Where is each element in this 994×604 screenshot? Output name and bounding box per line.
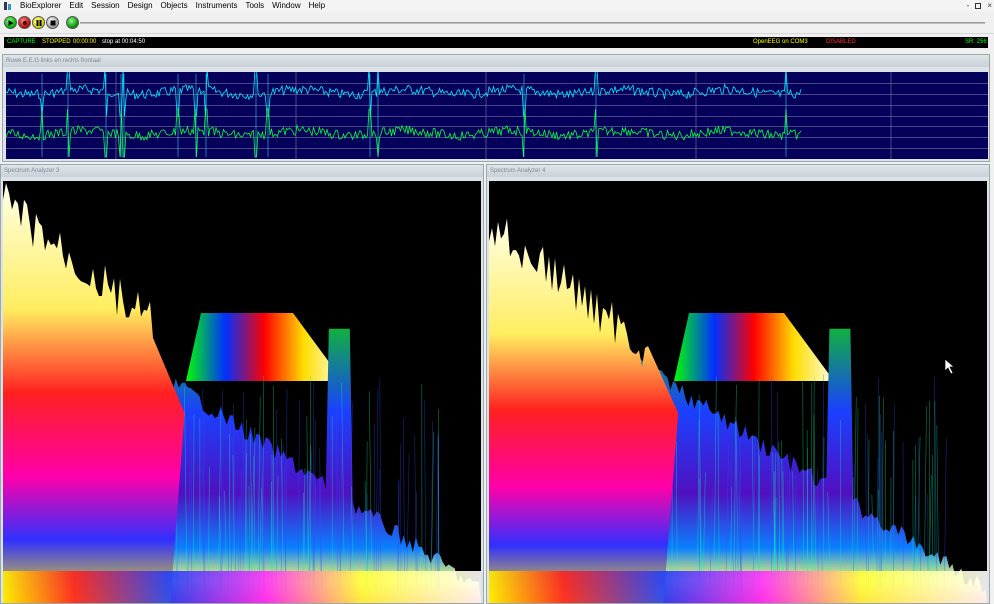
close-button[interactable]: × xyxy=(987,0,992,12)
spectrum-floor-band xyxy=(489,571,987,603)
spectrum-low-frequency-peaks xyxy=(489,218,679,603)
stop-button[interactable] xyxy=(46,16,59,29)
toolbar xyxy=(0,12,994,34)
menu-objects[interactable]: Objects xyxy=(157,0,192,12)
spectrum-1-title: Spectrum Analyzer 3 xyxy=(1,165,483,177)
mouse-cursor-icon xyxy=(944,358,955,375)
menu-window[interactable]: Window xyxy=(268,0,304,12)
spectrum-2-title: Spectrum Analyzer 4 xyxy=(487,165,989,177)
pause-button[interactable] xyxy=(32,16,45,29)
menu-instruments[interactable]: Instruments xyxy=(192,0,242,12)
spectrum-analyzer-panel-1: Spectrum Analyzer 3 xyxy=(0,164,484,604)
minimize-button[interactable]: - xyxy=(967,0,970,12)
app-logo-icon xyxy=(3,1,13,11)
spectrum-2-plot xyxy=(489,181,987,603)
sample-rate-label: SR: 256 xyxy=(965,39,987,45)
spectrum-back-plane xyxy=(186,313,343,381)
menu-session[interactable]: Session xyxy=(87,0,123,12)
spectrum-low-frequency-peaks xyxy=(3,183,185,603)
restore-icon[interactable] xyxy=(975,3,982,9)
spectrum-1-plot xyxy=(3,181,481,603)
play-button[interactable] xyxy=(4,16,17,29)
device-label: OpenEEG on COM3 xyxy=(753,39,808,45)
disabled-label: DISABLED xyxy=(826,39,856,45)
menu-help[interactable]: Help xyxy=(305,0,329,12)
menu-bar: BioExplorer Edit Session Design Objects … xyxy=(0,0,994,12)
status-indicator-icon xyxy=(66,16,79,29)
eeg-channel-2-trace xyxy=(5,108,802,158)
status-bar: CAPTURE STOPPED 00:00:00 stop at 00:04:5… xyxy=(4,37,988,48)
spectrum-floor-band xyxy=(3,571,481,603)
capture-label: CAPTURE xyxy=(7,39,36,45)
session-progress-slider[interactable] xyxy=(80,22,985,24)
spectrum-2-3d-surface xyxy=(489,218,987,603)
play-icon xyxy=(8,19,13,26)
menu-design[interactable]: Design xyxy=(124,0,157,12)
stop-at-label: stop at 00:04:50 xyxy=(102,39,146,45)
eeg-channel-1-trace xyxy=(5,67,802,117)
menu-edit[interactable]: Edit xyxy=(65,0,87,12)
eeg-panel: Ruwe E.E.G links en rechts frontaal xyxy=(2,54,990,162)
record-button[interactable] xyxy=(18,16,31,29)
elapsed-time: 00:00:00 xyxy=(73,39,97,45)
spectrum-analyzer-panel-2: Spectrum Analyzer 4 xyxy=(486,164,990,604)
menu-tools[interactable]: Tools xyxy=(241,0,268,12)
eeg-plot xyxy=(5,67,988,159)
eeg-panel-title: Ruwe E.E.G links en rechts frontaal xyxy=(3,55,989,67)
spectrum-back-plane xyxy=(674,313,834,381)
record-icon xyxy=(22,20,27,25)
stop-icon xyxy=(50,20,55,25)
pause-icon xyxy=(36,19,41,26)
state-label: STOPPED xyxy=(42,39,71,45)
spectrum-1-3d-surface xyxy=(3,183,481,603)
menu-app[interactable]: BioExplorer xyxy=(16,0,65,12)
eeg-waveform-chart xyxy=(5,67,988,159)
